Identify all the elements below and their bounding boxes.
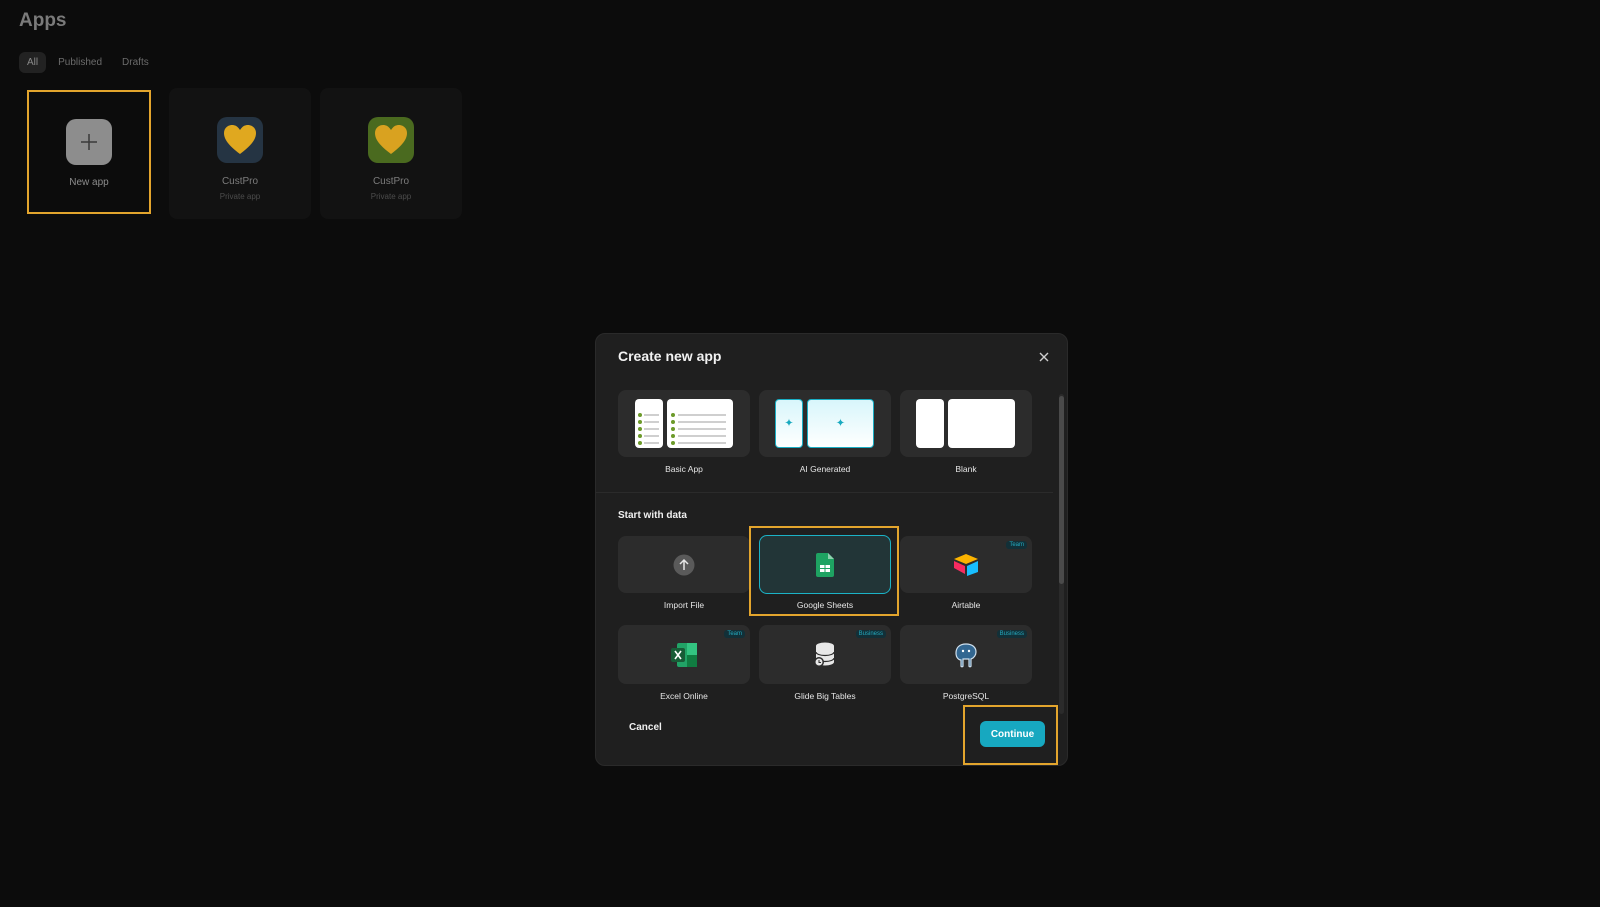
close-icon[interactable] — [1035, 348, 1053, 366]
source-glide-big-tables[interactable]: Business — [759, 625, 891, 684]
source-import-file[interactable] — [618, 536, 750, 593]
template-label: Blank — [955, 464, 977, 474]
source-label: Excel Online — [660, 691, 708, 701]
basic-app-preview — [635, 399, 663, 448]
database-icon — [813, 642, 837, 668]
template-label: AI Generated — [799, 464, 851, 474]
sparkle-icon: ✦ — [835, 417, 846, 429]
app-card[interactable]: CustPro Private app — [320, 88, 462, 219]
filter-tab-published[interactable]: Published — [50, 52, 110, 73]
google-sheets-icon — [816, 552, 834, 577]
source-label: PostgreSQL — [942, 691, 990, 701]
source-label: Glide Big Tables — [794, 691, 856, 701]
template-label: Basic App — [665, 464, 703, 474]
source-label: Google Sheets — [796, 600, 854, 610]
airtable-icon — [953, 553, 979, 576]
app-filter-tabs: All Published Drafts — [19, 52, 157, 73]
cancel-button[interactable]: Cancel — [629, 722, 662, 733]
section-title: Start with data — [618, 510, 687, 521]
app-visibility: Private app — [219, 192, 261, 201]
new-app-label: New app — [69, 177, 109, 188]
source-google-sheets[interactable] — [759, 535, 891, 594]
source-label: Import File — [663, 600, 705, 610]
app-card[interactable]: CustPro Private app — [169, 88, 311, 219]
section-divider — [596, 492, 1053, 493]
template-ai-generated[interactable]: ✦ ✦ — [759, 390, 891, 457]
dialog-scrollbar[interactable] — [1059, 394, 1064, 714]
template-blank[interactable] — [900, 390, 1032, 457]
source-airtable[interactable]: Team — [900, 536, 1032, 593]
sparkle-icon: ✦ — [784, 417, 794, 429]
page-title: Apps — [19, 10, 67, 31]
source-excel-online[interactable]: Team — [618, 625, 750, 684]
app-visibility: Private app — [370, 192, 412, 201]
plan-badge: Business — [855, 630, 886, 638]
blank-preview — [916, 399, 944, 448]
filter-tab-all[interactable]: All — [19, 52, 47, 73]
app-name: CustPro — [372, 176, 410, 187]
continue-button[interactable]: Continue — [980, 721, 1045, 747]
create-app-dialog: Create new app Basic App ✦ ✦ AI Generate… — [595, 333, 1068, 766]
plan-badge: Team — [724, 630, 745, 638]
upload-arrow-icon — [673, 554, 695, 576]
plan-badge: Team — [1006, 541, 1027, 549]
excel-icon — [671, 642, 697, 667]
plan-badge: Business — [996, 630, 1027, 638]
filter-tab-drafts[interactable]: Drafts — [114, 52, 157, 73]
source-postgresql[interactable]: Business — [900, 625, 1032, 684]
heart-icon — [217, 117, 263, 163]
blank-preview-wide — [948, 399, 1015, 448]
heart-icon — [368, 117, 414, 163]
template-basic-app[interactable] — [618, 390, 750, 457]
dialog-title: Create new app — [618, 348, 722, 364]
new-app-card[interactable]: New app — [28, 90, 150, 212]
plus-icon — [66, 119, 112, 165]
source-label: Airtable — [951, 600, 981, 610]
scrollbar-thumb[interactable] — [1059, 396, 1064, 584]
app-name: CustPro — [221, 176, 259, 187]
postgresql-elephant-icon — [953, 642, 979, 668]
basic-app-preview-wide — [667, 399, 733, 448]
